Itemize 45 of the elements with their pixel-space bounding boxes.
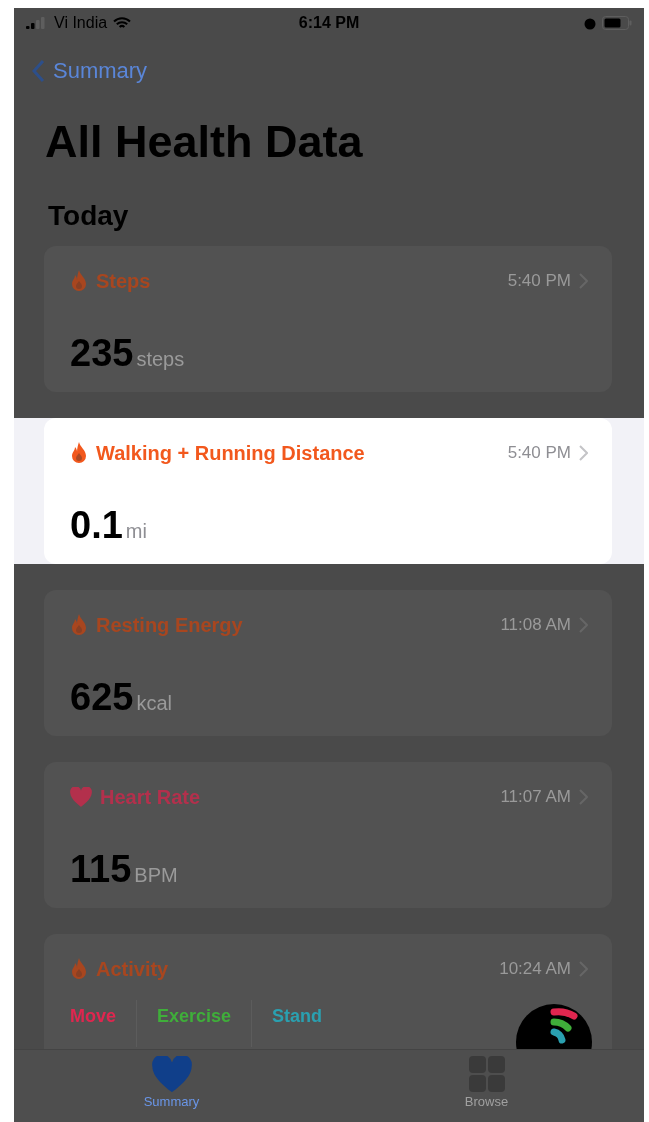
back-button[interactable]: Summary: [14, 38, 148, 84]
heart-icon: [70, 787, 92, 807]
card-title: Activity: [96, 957, 170, 981]
metric-unit: steps: [136, 348, 185, 371]
card-time: 11:07 AM: [500, 787, 571, 807]
metric-unit: mi: [125, 520, 147, 543]
health-data-card[interactable]: Heart Rate 11:07 AM 115 BPM: [44, 762, 612, 908]
ring-label: Move: [70, 1000, 137, 1047]
battery-icon: [602, 16, 632, 30]
health-data-card[interactable]: Activity 10:24 AM Move Exercise Stand: [44, 934, 612, 1049]
flame-icon: [70, 442, 88, 464]
ring-label: Exercise: [157, 1000, 253, 1047]
ring-label: Stand: [272, 1005, 324, 1028]
health-data-card[interactable]: Steps 5:40 PM 235steps: [44, 246, 612, 392]
chevron-right-icon: [579, 445, 588, 461]
card-title: Steps: [96, 269, 152, 293]
signal-icon: [26, 17, 48, 29]
health-data-card[interactable]: Resting Energy 11:08 AM 625kcal: [44, 590, 612, 736]
back-chevron-icon: [32, 60, 45, 82]
metric-value: 625: [70, 676, 134, 719]
card-title: Resting Energy: [96, 613, 244, 637]
card-time: 5:40 PM: [507, 271, 571, 291]
section-heading: Today: [48, 200, 130, 232]
carrier-name: Vi India: [54, 14, 108, 32]
metric-value: 235: [70, 332, 134, 375]
metric-unit: BPM: [134, 864, 178, 887]
card-time: 5:40 PM: [507, 443, 571, 463]
metric-value: 0.1: [70, 504, 123, 547]
tab-bar-item[interactable]: Browse: [426, 1050, 547, 1122]
card-title: Heart Rate: [100, 785, 202, 809]
flame-icon: [70, 270, 88, 292]
card-time: 10:24 AM: [499, 959, 571, 979]
flame-icon: [70, 958, 88, 980]
card-time: 11:08 AM: [500, 615, 571, 635]
status-time: 6:14 PM: [298, 14, 360, 32]
flame-icon: [70, 614, 88, 636]
wifi-icon: [113, 16, 132, 30]
metric-value: 115: [70, 848, 132, 891]
card-title: Walking + Running Distance: [96, 441, 366, 465]
tab-bar-item[interactable]: Summary: [111, 1050, 232, 1122]
page-title: All Health Data: [45, 116, 364, 168]
heart-icon: [151, 1056, 192, 1092]
health-data-card[interactable]: Walking + Running Distance 5:40 PM 0.1 mi: [44, 418, 612, 564]
metric-unit: kcal: [136, 692, 172, 715]
alarm-icon: [584, 16, 596, 30]
